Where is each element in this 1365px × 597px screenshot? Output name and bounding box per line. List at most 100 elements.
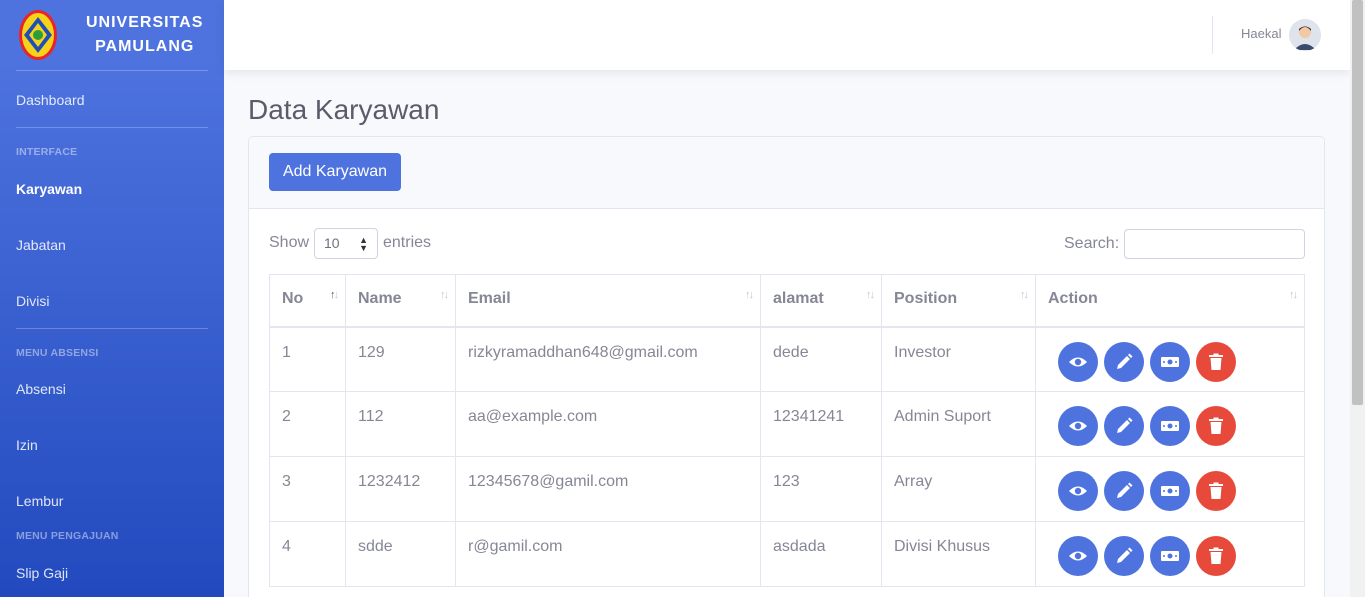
view-button[interactable]	[1058, 471, 1098, 511]
cell-name: sdde	[345, 521, 456, 587]
cell-alamat: 123	[760, 456, 882, 522]
col-header-label: Email	[468, 290, 511, 307]
cell-position: Investor	[881, 326, 1036, 392]
edit-button[interactable]	[1104, 536, 1144, 576]
sort-icon: ↑↓	[1289, 289, 1298, 301]
entries-select[interactable]: 10 ▲ ▼	[314, 228, 378, 259]
col-header-name[interactable]: Name ↑↓	[345, 274, 456, 328]
brand-line-1: UNIVERSITAS	[86, 14, 204, 31]
sort-icon: ↑↓	[1020, 289, 1029, 301]
cell-actions	[1035, 521, 1305, 587]
delete-button[interactable]	[1196, 341, 1236, 382]
col-header-action[interactable]: Action ↑↓	[1035, 274, 1305, 328]
page-title: Data Karyawan	[248, 94, 440, 125]
cell-name: 129	[345, 326, 456, 392]
search-input[interactable]	[1124, 229, 1305, 259]
show-label: Show	[269, 234, 310, 251]
salary-button[interactable]	[1150, 341, 1190, 382]
sidebar-divider	[16, 127, 208, 128]
cell-actions	[1035, 326, 1305, 392]
salary-button[interactable]	[1150, 406, 1190, 446]
entries-label: entries	[383, 234, 432, 251]
scrollbar-thumb[interactable]	[1352, 0, 1363, 405]
data-card: Add Karyawan Show 10 ▲ ▼ entries Search: …	[248, 136, 1325, 597]
select-arrows-icon: ▲ ▼	[359, 235, 368, 253]
cell-actions	[1035, 391, 1305, 457]
col-header-label: Name	[358, 290, 402, 307]
table-header-row: No ↑↓ Name ↑↓ Email ↑↓ alamat ↑↓ Position ↑↓ …	[269, 274, 1305, 328]
topbar: Haekal	[224, 0, 1350, 70]
sidebar-brand[interactable]: UNIVERSITAS PAMULANG	[0, 0, 224, 70]
cell-position: Divisi Khusus	[881, 521, 1036, 587]
sort-icon: ↑↓	[866, 289, 875, 301]
col-header-email[interactable]: Email ↑↓	[455, 274, 761, 328]
cell-name: 1232412	[345, 456, 456, 522]
sidebar: UNIVERSITAS PAMULANG Dashboard INTERFACE…	[0, 0, 224, 597]
cell-position: Array	[881, 456, 1036, 522]
cell-alamat: dede	[760, 326, 882, 392]
col-header-position[interactable]: Position ↑↓	[881, 274, 1036, 328]
cell-alamat: asdada	[760, 521, 882, 587]
sidebar-heading-absensi: MENU ABSENSI	[16, 347, 99, 359]
page-scrollbar[interactable]	[1350, 0, 1365, 597]
cell-alamat: 12341241	[760, 391, 882, 457]
col-header-alamat[interactable]: alamat ↑↓	[760, 274, 882, 328]
col-header-no[interactable]: No ↑↓	[269, 274, 346, 328]
cell-name: 112	[345, 391, 456, 457]
sidebar-divider	[16, 70, 208, 71]
col-header-label: No	[282, 290, 304, 307]
sidebar-divider	[16, 328, 208, 329]
cell-no: 4	[269, 521, 346, 587]
sidebar-item-divisi[interactable]: Divisi	[0, 293, 49, 309]
sidebar-heading-pengajuan: MENU PENGAJUAN	[16, 530, 119, 542]
table-body: 1 129 rizkyramaddhan648@gmail.com dede Inves…	[269, 326, 1305, 587]
col-header-label: Action	[1048, 290, 1098, 307]
cell-no: 3	[269, 456, 346, 522]
table-row: 4 sdde r@gamil.com asdada Divisi Khusus	[269, 521, 1305, 587]
sidebar-item-dashboard[interactable]: Dashboard	[0, 92, 85, 108]
topbar-divider	[1212, 16, 1213, 54]
search-label: Search:	[1064, 235, 1120, 252]
sort-asc-icon: ↑↓	[330, 289, 339, 301]
sidebar-item-slip-gaji[interactable]: Slip Gaji	[0, 565, 68, 581]
sidebar-item-karyawan[interactable]: Karyawan	[0, 181, 82, 197]
table-row: 3 1232412 12345678@gamil.com 123 Array	[269, 456, 1305, 522]
delete-button[interactable]	[1196, 471, 1236, 511]
brand-name: UNIVERSITAS PAMULANG	[86, 11, 203, 59]
karyawan-table: No ↑↓ Name ↑↓ Email ↑↓ alamat ↑↓ Position ↑↓ …	[269, 274, 1305, 587]
sidebar-item-lembur[interactable]: Lembur	[0, 493, 63, 509]
salary-button[interactable]	[1150, 471, 1190, 511]
cell-actions	[1035, 456, 1305, 522]
sidebar-item-jabatan[interactable]: Jabatan	[0, 237, 66, 253]
delete-button[interactable]	[1196, 406, 1236, 446]
cell-no: 1	[269, 326, 346, 392]
sidebar-heading-interface: INTERFACE	[16, 146, 78, 158]
edit-button[interactable]	[1104, 406, 1144, 446]
col-header-label: Position	[894, 290, 958, 307]
sidebar-item-absensi[interactable]: Absensi	[0, 381, 66, 397]
view-button[interactable]	[1058, 536, 1098, 576]
sort-icon: ↑↓	[440, 289, 449, 301]
sidebar-item-izin[interactable]: Izin	[0, 437, 38, 453]
cell-email: aa@example.com	[455, 391, 761, 457]
cell-email: 12345678@gamil.com	[455, 456, 761, 522]
cell-position: Admin Suport	[881, 391, 1036, 457]
col-header-label: alamat	[773, 290, 824, 307]
cell-email: r@gamil.com	[455, 521, 761, 587]
cell-no: 2	[269, 391, 346, 457]
table-row: 2 112 aa@example.com 12341241 Admin Suport	[269, 391, 1305, 457]
table-row: 1 129 rizkyramaddhan648@gmail.com dede Inves…	[269, 326, 1305, 392]
sort-icon: ↑↓	[745, 289, 754, 301]
add-karyawan-button[interactable]: Add Karyawan	[269, 153, 401, 191]
view-button[interactable]	[1058, 341, 1098, 382]
salary-button[interactable]	[1150, 536, 1190, 576]
view-button[interactable]	[1058, 406, 1098, 446]
card-header: Add Karyawan	[249, 137, 1324, 209]
edit-button[interactable]	[1104, 471, 1144, 511]
edit-button[interactable]	[1104, 341, 1144, 382]
cell-email: rizkyramaddhan648@gmail.com	[455, 326, 761, 392]
entries-select-value: 10	[324, 235, 340, 251]
user-avatar-icon[interactable]	[1289, 19, 1321, 51]
user-name[interactable]: Haekal	[1241, 26, 1281, 41]
delete-button[interactable]	[1196, 536, 1236, 576]
